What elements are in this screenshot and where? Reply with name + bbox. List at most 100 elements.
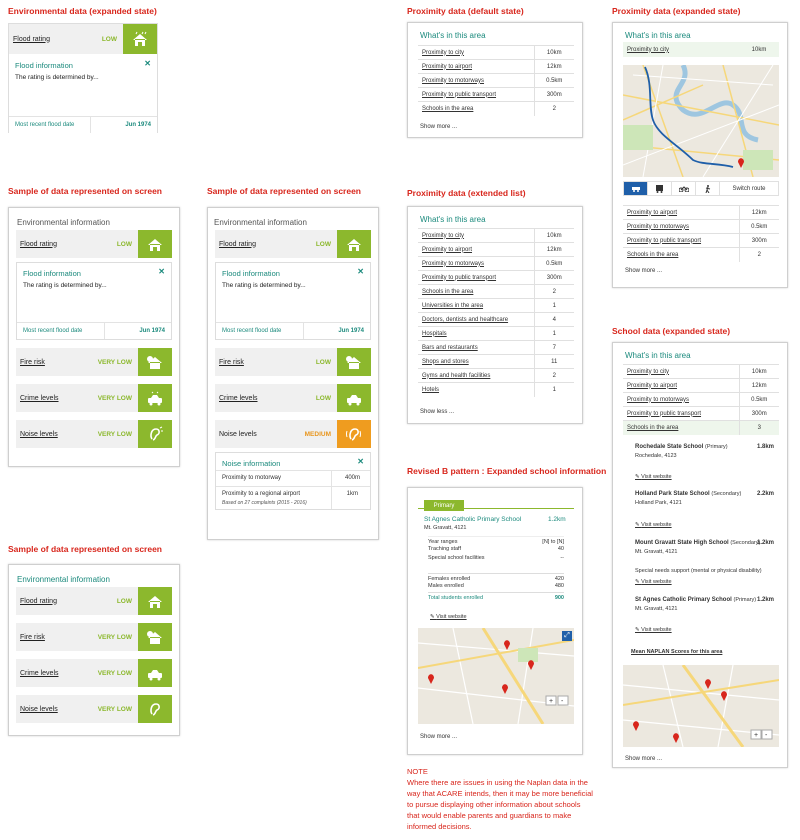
walking-icon[interactable] <box>696 182 720 195</box>
close-icon[interactable]: ✕ <box>357 267 364 276</box>
flood-row[interactable]: Flood rating LOW <box>9 24 157 54</box>
prox-value: 12km <box>533 242 574 257</box>
fire-label[interactable]: Fire risk <box>16 359 86 366</box>
flood-label[interactable]: Flood rating <box>9 36 71 43</box>
prox-label[interactable]: Gyms and health facilities <box>418 368 534 383</box>
prox-label[interactable]: Proximity to city <box>623 47 739 53</box>
prox-label[interactable]: Proximity to airport <box>418 242 534 257</box>
prox-label[interactable]: Bars and restaurants <box>418 340 534 355</box>
fire-row[interactable]: Fire risk LOW <box>215 348 371 376</box>
flood-row[interactable]: Flood rating LOW <box>16 587 172 615</box>
flood-info-body: The rating is determined by... <box>15 74 99 81</box>
switch-route-button[interactable]: Switch route <box>720 182 778 195</box>
noise-based-note[interactable]: Based on 27 complaints (2015 - 2016) <box>222 500 307 506</box>
fire-row[interactable]: Fire risk VERY LOW <box>16 623 172 651</box>
crime-label[interactable]: Crime levels <box>16 670 86 677</box>
prox-label[interactable]: Proximity to airport <box>418 59 534 74</box>
show-more-link[interactable]: Show more ... <box>625 268 662 274</box>
flood-row[interactable]: Flood rating LOW <box>16 230 172 258</box>
crime-row[interactable]: Crime levels VERY LOW <box>16 384 172 412</box>
noise-row[interactable]: Noise levels MEDIUM <box>215 420 371 448</box>
noise-row[interactable]: Noise levels VERY LOW <box>16 695 172 723</box>
heading-prox-extended: Proximity data (extended list) <box>407 188 526 198</box>
fire-label[interactable]: Fire risk <box>16 634 86 641</box>
env-sample-3-card: Environmental information Flood rating L… <box>8 564 180 736</box>
noise-label[interactable]: Noise levels <box>16 706 86 713</box>
visit-website-link[interactable]: ✎ Visit website <box>635 522 672 528</box>
close-icon[interactable]: ✕ <box>144 59 151 68</box>
prox-value: 1 <box>533 382 574 397</box>
school-address: Rochedale, 4123 <box>635 453 677 459</box>
prox-label[interactable]: Proximity to city <box>623 364 739 379</box>
prox-table: Proximity to city 10km Proximity to airpo… <box>623 364 779 435</box>
naplan-link[interactable]: Mean NAPLAN Scores for this area <box>631 649 722 655</box>
prox-label[interactable]: Proximity to airport <box>623 378 739 393</box>
route-map[interactable] <box>623 65 779 177</box>
ear-icon <box>138 420 172 448</box>
prox-label[interactable]: Schools in the area <box>418 101 534 116</box>
prox-label[interactable]: Proximity to public transport <box>623 406 739 421</box>
prox-label[interactable]: Proximity to airport <box>623 205 739 220</box>
school-map[interactable]: + - <box>418 628 574 724</box>
prox-label[interactable]: Hospitals <box>418 326 534 341</box>
prox-label[interactable]: Universities in the area <box>418 298 534 313</box>
visit-website-link[interactable]: ✎ Visit website <box>430 614 467 620</box>
flood-label[interactable]: Flood rating <box>16 241 86 248</box>
schools-map[interactable]: + - <box>623 665 779 747</box>
crime-label[interactable]: Crime levels <box>16 395 86 402</box>
school-name[interactable]: St Agnes Catholic Primary School <box>424 516 521 523</box>
show-more-link[interactable]: Show more ... <box>625 756 662 762</box>
prox-row-city[interactable]: Proximity to city 10km <box>623 42 779 57</box>
flood-row[interactable]: Flood rating LOW <box>215 230 371 258</box>
school-address: Mt. Gravatt, 4121 <box>424 525 467 531</box>
prox-label[interactable]: Proximity to city <box>418 45 534 60</box>
house-rain-icon <box>138 587 172 615</box>
prox-label[interactable]: Proximity to motorways <box>418 256 534 271</box>
crime-label[interactable]: Crime levels <box>215 395 285 402</box>
prox-title: What's in this area <box>625 351 691 360</box>
prox-label[interactable]: Proximity to public transport <box>623 233 739 248</box>
fire-label[interactable]: Fire risk <box>215 359 285 366</box>
prox-default-card: What's in this area Proximity to city 10k… <box>407 22 583 138</box>
prox-label[interactable]: Proximity to public transport <box>418 87 534 102</box>
env-title: Environmental information <box>17 575 110 584</box>
show-more-link[interactable]: Show more ... <box>420 124 457 130</box>
bicycle-icon[interactable] <box>672 182 696 195</box>
prox-label[interactable]: Proximity to city <box>418 228 534 243</box>
noise-label[interactable]: Noise levels <box>215 431 285 438</box>
show-less-link[interactable]: Show less ... <box>420 409 454 415</box>
crime-row[interactable]: Crime levels VERY LOW <box>16 659 172 687</box>
bus-icon[interactable] <box>648 182 672 195</box>
visit-website-link[interactable]: ✎ Visit website <box>635 627 672 633</box>
visit-website-link[interactable]: ✎ Visit website <box>635 474 672 480</box>
prox-label[interactable]: Schools in the area <box>623 420 739 435</box>
design-note: NOTE Where there are issues in using the… <box>407 766 593 832</box>
noise-row[interactable]: Noise levels VERY LOW <box>16 420 172 448</box>
prox-value: 0.5km <box>533 256 574 271</box>
prox-label[interactable]: Schools in the area <box>418 284 534 299</box>
prox-label[interactable]: Hotels <box>418 382 534 397</box>
prox-label[interactable]: Proximity to motorways <box>418 73 534 88</box>
prox-label[interactable]: Shops and stores <box>418 354 534 369</box>
police-car-icon <box>138 659 172 687</box>
prox-value: 10km <box>533 45 574 60</box>
prox-label[interactable]: Schools in the area <box>623 247 739 262</box>
flood-label[interactable]: Flood rating <box>16 598 86 605</box>
expand-map-icon[interactable]: ⤢ <box>562 631 572 641</box>
noise-info-title: Noise information <box>222 459 281 468</box>
prox-label[interactable]: Proximity to motorways <box>623 392 739 407</box>
prox-label[interactable]: Proximity to motorways <box>623 219 739 234</box>
visit-website-link[interactable]: ✎ Visit website <box>635 579 672 585</box>
show-more-link[interactable]: Show more ... <box>420 734 457 740</box>
svg-text:+: + <box>549 698 553 705</box>
school-name: Rochedale State School (Primary) <box>635 444 728 450</box>
flood-label[interactable]: Flood rating <box>215 241 285 248</box>
close-icon[interactable]: ✕ <box>357 457 364 466</box>
prox-label[interactable]: Proximity to public transport <box>418 270 534 285</box>
close-icon[interactable]: ✕ <box>158 267 165 276</box>
noise-label[interactable]: Noise levels <box>16 431 86 438</box>
prox-label[interactable]: Doctors, dentists and healthcare <box>418 312 534 327</box>
fire-row[interactable]: Fire risk VERY LOW <box>16 348 172 376</box>
crime-row[interactable]: Crime levels LOW <box>215 384 371 412</box>
car-icon[interactable] <box>624 182 648 195</box>
